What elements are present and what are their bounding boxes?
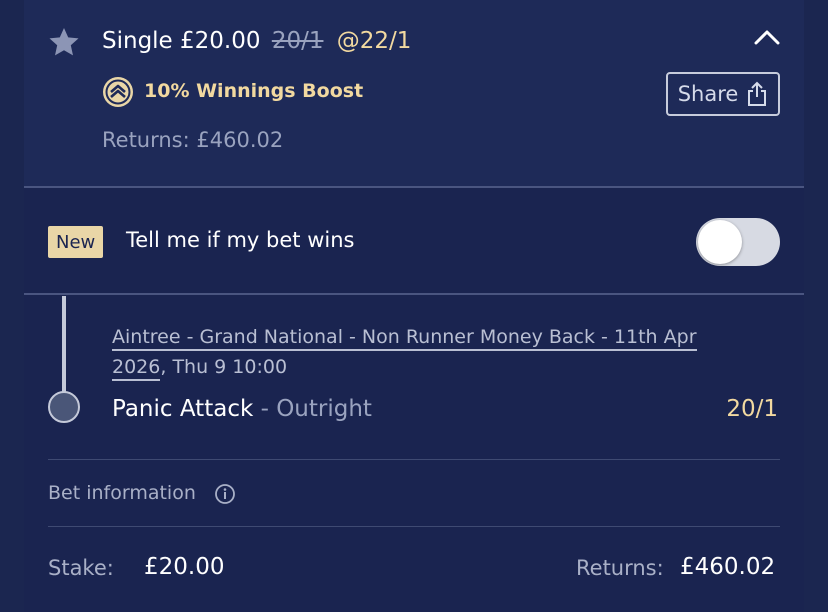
toggle-knob bbox=[698, 220, 742, 264]
section-divider bbox=[24, 186, 804, 188]
stake-value: £20.00 bbox=[144, 554, 225, 580]
selection-odds: 20/1 bbox=[726, 396, 778, 422]
chevron-up-icon[interactable] bbox=[752, 26, 782, 48]
bet-type-stake: Single £20.00 bbox=[102, 28, 261, 54]
market-name: - Outright bbox=[253, 396, 372, 422]
bet-information-label[interactable]: Bet information bbox=[48, 482, 196, 504]
boost-icon bbox=[103, 77, 133, 107]
left-gutter bbox=[0, 0, 24, 612]
divider bbox=[48, 526, 780, 527]
info-icon[interactable] bbox=[214, 483, 236, 505]
share-icon bbox=[748, 81, 767, 106]
returns-value: £460.02 bbox=[680, 554, 776, 580]
timeline-dot bbox=[48, 391, 80, 423]
event-time: , Thu 9 10:00 bbox=[160, 356, 288, 378]
selection-name: Panic Attack bbox=[112, 396, 254, 422]
potential-returns: Returns: £460.02 bbox=[102, 128, 284, 152]
event-date: 2026, Thu 9 10:00 bbox=[112, 356, 288, 381]
timeline-line bbox=[62, 296, 66, 392]
share-label: Share bbox=[677, 82, 739, 106]
notify-toggle[interactable] bbox=[696, 218, 780, 266]
notify-label: Tell me if my bet wins bbox=[126, 228, 355, 252]
star-icon[interactable] bbox=[48, 26, 80, 58]
old-odds: 20/1 bbox=[271, 28, 324, 54]
new-badge: New bbox=[48, 226, 104, 258]
winnings-boost-label: 10% Winnings Boost bbox=[144, 80, 364, 102]
event-link[interactable]: Aintree - Grand National - Non Runner Mo… bbox=[112, 326, 697, 351]
returns-label: Returns: bbox=[576, 556, 664, 580]
selection-row: Panic Attack - Outright bbox=[112, 396, 372, 422]
right-gutter bbox=[804, 0, 828, 612]
share-button[interactable]: Share bbox=[666, 72, 780, 116]
bet-receipt-screen: Single £20.00 20/1 @22/1 10% Winnings Bo… bbox=[0, 0, 828, 612]
boosted-odds: @22/1 bbox=[336, 28, 412, 54]
section-divider bbox=[24, 293, 804, 295]
bet-title: Single £20.00 20/1 @22/1 bbox=[102, 28, 411, 54]
divider bbox=[48, 459, 780, 460]
stake-label: Stake: bbox=[48, 556, 114, 580]
event-link-year[interactable]: 2026 bbox=[112, 356, 161, 381]
